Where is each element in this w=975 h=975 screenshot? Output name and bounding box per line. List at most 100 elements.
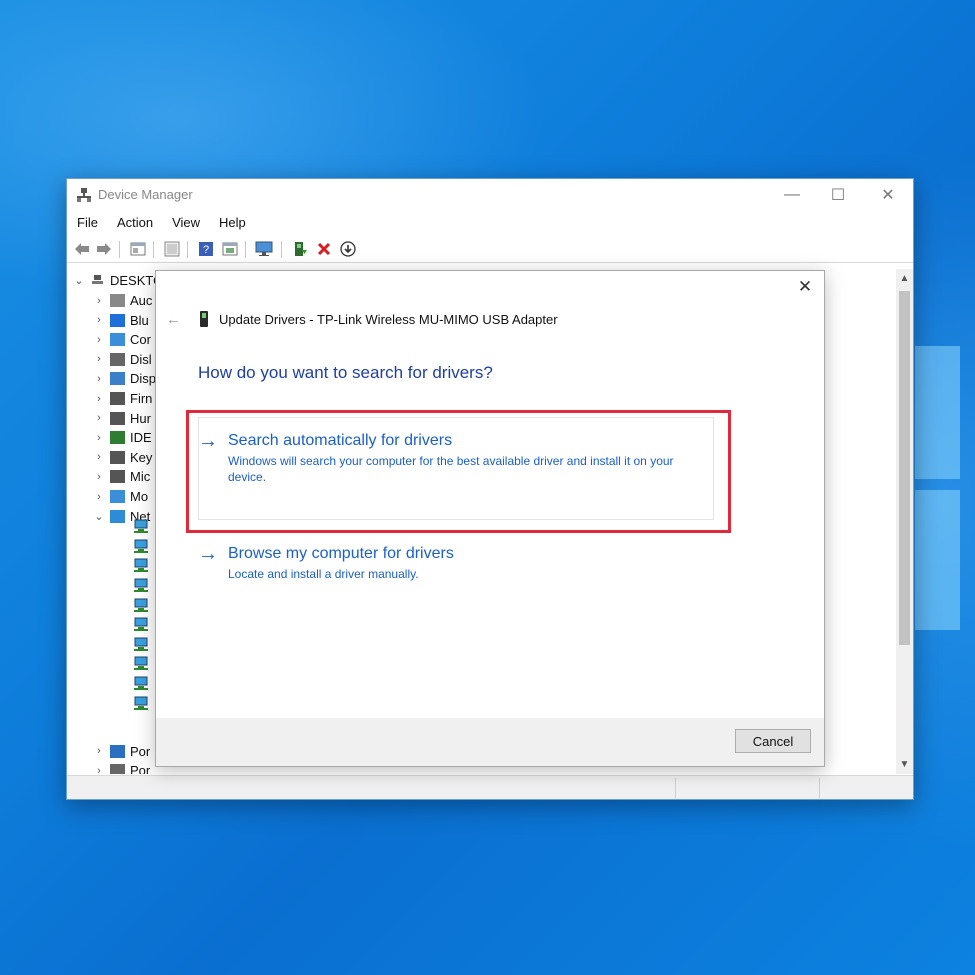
cancel-button[interactable]: Cancel: [735, 729, 811, 753]
tree-category-label: Disl: [130, 351, 152, 367]
chevron-right-icon[interactable]: ›: [93, 491, 105, 503]
network-adapter-icon: [134, 637, 148, 651]
tree-category[interactable]: › Por: [93, 742, 150, 761]
close-button[interactable]: ✕: [865, 179, 911, 211]
update-drivers-dialog: ✕ ← Update Drivers - TP-Link Wireless MU…: [155, 270, 825, 767]
network-adapter-icon: [134, 558, 148, 573]
usb-adapter-icon: [200, 311, 208, 327]
uninstall-icon[interactable]: [315, 240, 333, 258]
option-title: Browse my computer for drivers: [228, 545, 454, 562]
chevron-right-icon[interactable]: ›: [93, 432, 105, 444]
network-adapter-icon: [134, 519, 148, 534]
tree-category[interactable]: › Blu: [93, 311, 149, 330]
menu-action[interactable]: Action: [107, 212, 162, 234]
chevron-right-icon[interactable]: ›: [93, 471, 105, 483]
tree-category-label: Disp: [130, 371, 157, 387]
help-icon[interactable]: ?: [197, 240, 215, 258]
network-adapter-item[interactable]: [133, 576, 149, 595]
menu-bar: File Action View Help: [67, 212, 913, 234]
tree-root[interactable]: ⌄ DESKTO: [73, 271, 163, 290]
chevron-right-icon[interactable]: ›: [93, 745, 105, 757]
network-adapter-item[interactable]: [133, 556, 149, 575]
network-adapter-item[interactable]: [133, 674, 149, 693]
device-category-icon: [110, 450, 125, 464]
title-bar[interactable]: Device Manager — ☐ ✕: [67, 179, 913, 211]
tree-category[interactable]: › Por: [93, 761, 150, 774]
vertical-scrollbar[interactable]: ▲ ▼: [896, 269, 913, 774]
tree-category[interactable]: › Mo: [93, 487, 148, 506]
device-category-icon: [110, 392, 125, 405]
show-hidden-icon[interactable]: [163, 240, 181, 258]
tree-category[interactable]: › Disl: [93, 350, 152, 369]
chevron-right-icon[interactable]: ›: [93, 314, 105, 326]
device-category-icon: [110, 352, 125, 366]
forward-icon[interactable]: [95, 240, 113, 258]
network-adapter-icon: [134, 676, 148, 690]
chevron-right-icon[interactable]: ›: [93, 373, 105, 385]
network-adapter-item[interactable]: [133, 537, 149, 556]
tree-category-label: Hur: [130, 410, 151, 426]
browse-computer-option[interactable]: → Browse my computer for drivers Locate …: [198, 544, 714, 582]
tree-category[interactable]: › Auc: [93, 291, 152, 310]
menu-view[interactable]: View: [162, 212, 209, 234]
device-category-icon: [110, 744, 125, 758]
device-category-icon: [110, 294, 125, 307]
chevron-right-icon[interactable]: ›: [93, 451, 105, 463]
device-category-icon: [110, 313, 125, 327]
arrow-right-icon: →: [198, 543, 218, 565]
tree-category[interactable]: › Firn: [93, 389, 152, 408]
network-adapter-item[interactable]: [133, 517, 149, 536]
scroll-up-icon[interactable]: ▲: [896, 273, 913, 284]
tree-category[interactable]: › Mic: [93, 467, 150, 486]
scroll-thumb[interactable]: [899, 291, 910, 645]
tree-category-label: Cor: [130, 332, 151, 348]
properties-icon[interactable]: [129, 240, 147, 258]
device-view-icon[interactable]: [221, 240, 239, 258]
network-adapter-item[interactable]: [133, 635, 149, 654]
tree-category[interactable]: › Hur: [93, 409, 151, 428]
back-icon[interactable]: [73, 240, 91, 258]
back-arrow-icon[interactable]: ←: [166, 311, 181, 328]
menu-help[interactable]: Help: [209, 212, 255, 234]
network-adapter-icon: [134, 617, 148, 632]
arrow-right-icon: →: [198, 430, 218, 452]
dialog-title-row: Update Drivers - TP-Link Wireless MU-MIM…: [200, 311, 558, 327]
computer-icon[interactable]: [255, 240, 273, 258]
tree-category[interactable]: › Cor: [93, 330, 151, 349]
menu-file[interactable]: File: [67, 212, 107, 234]
tree-category[interactable]: › Disp: [93, 369, 156, 388]
chevron-right-icon[interactable]: ›: [93, 765, 105, 774]
tree-category[interactable]: › IDE: [93, 428, 152, 447]
network-adapter-item[interactable]: [133, 596, 149, 615]
computer-icon: [92, 275, 103, 284]
option-description: Windows will search your computer for th…: [228, 454, 674, 484]
chevron-down-icon[interactable]: ⌄: [93, 510, 105, 523]
status-bar: [67, 775, 913, 799]
tree-category-label: IDE: [130, 430, 152, 446]
chevron-down-icon[interactable]: ⌄: [73, 274, 85, 287]
device-category-icon: [110, 411, 125, 425]
download-icon[interactable]: [339, 240, 357, 258]
maximize-button[interactable]: ☐: [815, 179, 861, 211]
minimize-button[interactable]: —: [769, 179, 815, 211]
search-automatically-option[interactable]: → Search automatically for drivers Windo…: [198, 431, 714, 485]
option-description: Locate and install a driver manually.: [228, 567, 419, 581]
network-adapter-item[interactable]: [133, 694, 149, 713]
tree-category-label: Key: [130, 449, 153, 465]
dialog-footer: Cancel: [156, 718, 824, 766]
update-driver-icon[interactable]: [291, 240, 309, 258]
tree-category-label: Firn: [130, 391, 153, 406]
chevron-right-icon[interactable]: ›: [93, 393, 105, 405]
scroll-down-icon[interactable]: ▼: [896, 759, 913, 770]
dialog-close-button[interactable]: ✕: [795, 278, 815, 298]
dialog-heading: How do you want to search for drivers?: [198, 363, 493, 382]
tree-category[interactable]: › Key: [93, 448, 152, 467]
network-adapter-item[interactable]: [133, 654, 149, 673]
chevron-right-icon[interactable]: ›: [93, 334, 105, 346]
chevron-right-icon[interactable]: ›: [93, 353, 105, 365]
chevron-right-icon[interactable]: ›: [93, 295, 105, 307]
tree-category-label: Auc: [130, 293, 153, 308]
network-adapter-item[interactable]: [133, 615, 149, 634]
chevron-right-icon[interactable]: ›: [93, 412, 105, 424]
network-adapter-icon: [134, 598, 148, 612]
